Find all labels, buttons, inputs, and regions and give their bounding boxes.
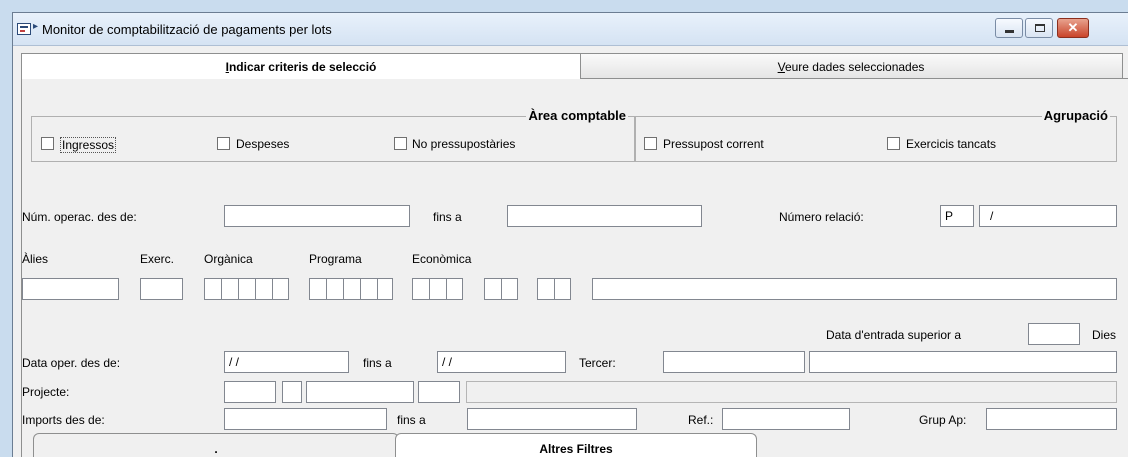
exercicis-tancats-label: Exercicis tancats — [906, 137, 997, 151]
bottom-tab-1[interactable]: . — [33, 433, 399, 457]
alies-label: Àlies — [22, 252, 49, 266]
data-oper-to-input[interactable]: / / — [437, 351, 566, 373]
data-entrada-label: Data d'entrada superior a — [826, 328, 962, 342]
grup-ap-label: Grup Ap: — [919, 413, 967, 427]
no-pressupostaries-checkbox[interactable] — [394, 137, 407, 150]
close-icon: ✕ — [1067, 20, 1079, 35]
num-operac-label: Núm. operac. des de: — [22, 210, 137, 224]
imports-from-input[interactable] — [224, 408, 387, 430]
organica-label: Orgànica — [204, 252, 253, 266]
projecte-part4-input[interactable] — [418, 381, 460, 403]
bottom-tab-altres-filtres-label: Altres Filtres — [539, 442, 613, 456]
minimize-icon — [1005, 30, 1014, 33]
data-oper-from-input[interactable]: / / — [224, 351, 349, 373]
numero-relacio-input[interactable]: / — [979, 205, 1117, 227]
data-oper-label: Data oper. des de: — [22, 356, 121, 370]
projecte-part3-input[interactable] — [306, 381, 414, 403]
num-operac-to-label: fins a — [433, 210, 462, 224]
area-comptable-group: Àrea comptable — [31, 108, 635, 162]
pressupost-corrent-checkbox[interactable] — [644, 137, 657, 150]
imports-to-input[interactable] — [467, 408, 637, 430]
tab-selected-data-label: Veure dades seleccionades — [777, 60, 925, 74]
ingressos-checkbox[interactable] — [41, 137, 54, 150]
exercicis-tancats-checkbox[interactable] — [887, 137, 900, 150]
ref-label: Ref.: — [688, 413, 714, 427]
imports-to-label: fins a — [397, 413, 426, 427]
programa-label: Programa — [309, 252, 362, 266]
window-title: Monitor de comptabilització de pagaments… — [42, 22, 332, 37]
economica-subconcept-input[interactable] — [484, 278, 518, 300]
economica-input[interactable] — [412, 278, 463, 300]
dies-label: Dies — [1092, 328, 1117, 342]
close-button[interactable]: ✕ — [1057, 18, 1089, 38]
economica-label: Econòmica — [412, 252, 472, 266]
despeses-label: Despeses — [236, 137, 290, 151]
imports-label: Imports des de: — [22, 413, 105, 427]
app-icon[interactable] — [17, 23, 31, 35]
ref-input[interactable] — [722, 408, 850, 430]
projecte-label: Projecte: — [22, 385, 70, 399]
pressupost-corrent-label: Pressupost corrent — [663, 137, 764, 151]
no-pressupostaries-label: No pressupostàries — [412, 137, 516, 151]
projecte-description-field — [466, 381, 1117, 403]
minimize-button[interactable] — [995, 18, 1023, 38]
tab-criteria-label: Indicar criteris de selecció — [225, 60, 377, 74]
organica-input[interactable] — [204, 278, 289, 300]
main-window: ▸ Monitor de comptabilització de pagamen… — [12, 12, 1128, 457]
aplicacio-description-input[interactable] — [592, 278, 1117, 300]
menu-arrow-icon: ▸ — [33, 21, 39, 32]
ingressos-label: Ingressos — [60, 137, 117, 153]
numero-relacio-label: Número relació: — [779, 210, 864, 224]
tercer-name-input[interactable] — [809, 351, 1117, 373]
programa-input[interactable] — [309, 278, 393, 300]
projecte-part1-input[interactable] — [224, 381, 276, 403]
economica-item-input[interactable] — [537, 278, 571, 300]
tercer-code-input[interactable] — [663, 351, 805, 373]
data-entrada-input[interactable] — [1028, 323, 1080, 345]
num-operac-to-input[interactable] — [507, 205, 702, 227]
tercer-label: Tercer: — [579, 356, 616, 370]
bottom-tab-altres-filtres[interactable]: Altres Filtres — [395, 433, 757, 457]
title-bar[interactable]: ▸ Monitor de comptabilització de pagamen… — [13, 13, 1128, 46]
num-operac-from-input[interactable] — [224, 205, 410, 227]
projecte-part2-input[interactable] — [282, 381, 302, 403]
tab-criteria[interactable]: Indicar criteris de selecció — [21, 53, 581, 79]
agrupacio-title: Agrupació — [1041, 108, 1110, 123]
despeses-checkbox[interactable] — [217, 137, 230, 150]
data-oper-to-label: fins a — [363, 356, 392, 370]
bottom-tab-1-label: . — [214, 442, 218, 456]
exerc-input[interactable] — [140, 278, 183, 300]
maximize-icon — [1035, 24, 1045, 32]
exerc-label: Exerc. — [140, 252, 175, 266]
area-comptable-title: Àrea comptable — [526, 108, 628, 123]
tab-selected-data[interactable]: Veure dades seleccionades — [579, 53, 1123, 79]
grup-ap-input[interactable] — [986, 408, 1117, 430]
maximize-button[interactable] — [1025, 18, 1053, 38]
alies-input[interactable] — [22, 278, 119, 300]
criteria-panel: Àrea comptable Ingressos Despeses No pre… — [21, 78, 1128, 457]
numero-relacio-prefix-input[interactable]: P — [940, 205, 974, 227]
